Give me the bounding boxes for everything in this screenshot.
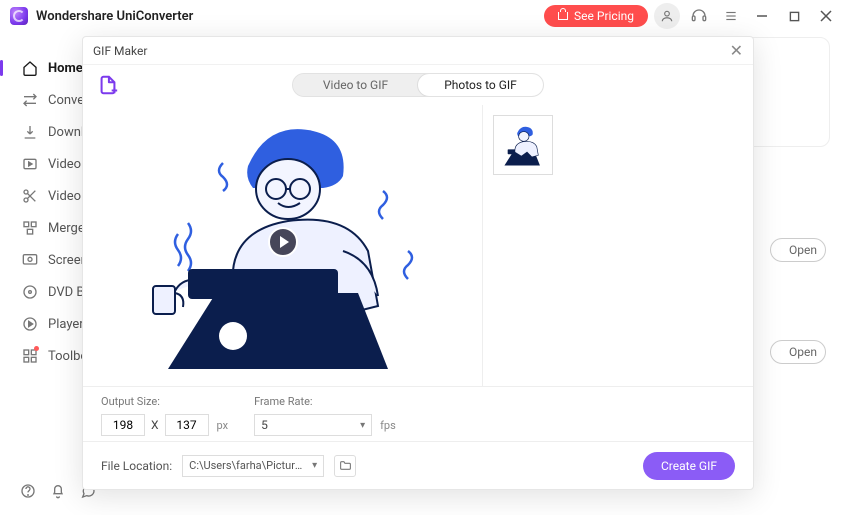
sidebar-item-screen-recorder[interactable]: Screen Recorder bbox=[0, 244, 82, 276]
screen-recorder-icon bbox=[22, 252, 38, 268]
app-title: Wondershare UniConverter bbox=[36, 9, 193, 24]
frame-rate-label: Frame Rate: bbox=[254, 395, 396, 408]
account-icon[interactable] bbox=[654, 3, 680, 29]
output-height-input[interactable] bbox=[165, 414, 209, 436]
app-logo bbox=[10, 7, 28, 25]
play-button[interactable] bbox=[268, 227, 298, 257]
play-icon bbox=[22, 316, 38, 332]
sidebar-item-label: Home bbox=[48, 61, 83, 76]
maximize-button[interactable] bbox=[780, 2, 808, 30]
open-folder-button[interactable] bbox=[334, 455, 356, 477]
sidebar: Home Converter Downloader Video Compress… bbox=[0, 32, 82, 515]
sidebar-item-toolbox[interactable]: Toolbox bbox=[0, 340, 82, 372]
sidebar-item-video-editor[interactable]: Video Editor bbox=[0, 180, 82, 212]
x-label: X bbox=[151, 418, 159, 432]
tab-photos-to-gif[interactable]: Photos to GIF bbox=[417, 73, 544, 97]
sidebar-item-dvd-burner[interactable]: DVD Burner bbox=[0, 276, 82, 308]
add-file-icon[interactable] bbox=[97, 74, 119, 96]
support-icon[interactable] bbox=[686, 3, 712, 29]
output-width-input[interactable] bbox=[101, 414, 145, 436]
chevron-down-icon: ▾ bbox=[312, 460, 317, 471]
sidebar-item-merger[interactable]: Merger bbox=[0, 212, 82, 244]
download-icon bbox=[22, 124, 38, 140]
disc-icon bbox=[22, 284, 38, 300]
preview-pane bbox=[83, 105, 483, 386]
sidebar-item-home[interactable]: Home bbox=[0, 52, 82, 84]
open-button[interactable]: Open bbox=[770, 340, 826, 364]
scissors-icon bbox=[22, 188, 38, 204]
cart-icon bbox=[558, 12, 568, 20]
see-pricing-button[interactable]: See Pricing bbox=[544, 5, 648, 27]
fps-label: fps bbox=[380, 419, 396, 432]
notification-dot-icon bbox=[34, 346, 39, 351]
sidebar-item-label: Player bbox=[48, 317, 84, 332]
file-location-select[interactable]: C:\Users\farha\Pictures\Wonder ▾ bbox=[182, 455, 324, 477]
thumbnail[interactable] bbox=[493, 115, 553, 175]
converter-icon bbox=[22, 92, 38, 108]
merger-icon bbox=[22, 220, 38, 236]
minimize-button[interactable] bbox=[748, 2, 776, 30]
mode-tabs: Video to GIF Photos to GIF bbox=[292, 73, 544, 97]
open-button[interactable]: Open bbox=[770, 238, 826, 262]
px-label: px bbox=[217, 419, 229, 432]
see-pricing-label: See Pricing bbox=[574, 9, 634, 23]
thumbnail-pane bbox=[483, 105, 753, 386]
frame-rate-select[interactable]: 5 ▾ bbox=[254, 414, 372, 436]
help-icon[interactable] bbox=[20, 481, 36, 501]
bell-icon[interactable] bbox=[50, 481, 66, 501]
sidebar-item-downloader[interactable]: Downloader bbox=[0, 116, 82, 148]
file-location-label: File Location: bbox=[101, 459, 172, 473]
close-window-button[interactable] bbox=[812, 2, 840, 30]
close-icon[interactable]: ✕ bbox=[730, 43, 743, 59]
tab-video-to-gif[interactable]: Video to GIF bbox=[293, 74, 418, 96]
menu-icon[interactable] bbox=[718, 3, 744, 29]
home-icon bbox=[22, 60, 38, 76]
sidebar-item-converter[interactable]: Converter bbox=[0, 84, 82, 116]
gif-maker-modal: GIF Maker ✕ Video to GIF Photos to GIF bbox=[82, 36, 754, 490]
compress-icon bbox=[22, 156, 38, 172]
sidebar-item-player[interactable]: Player bbox=[0, 308, 82, 340]
create-gif-button[interactable]: Create GIF bbox=[643, 452, 735, 480]
modal-title: GIF Maker bbox=[93, 44, 147, 58]
chevron-down-icon: ▾ bbox=[360, 420, 365, 431]
sidebar-item-video-compressor[interactable]: Video Compressor bbox=[0, 148, 82, 180]
output-size-label: Output Size: bbox=[101, 395, 228, 408]
